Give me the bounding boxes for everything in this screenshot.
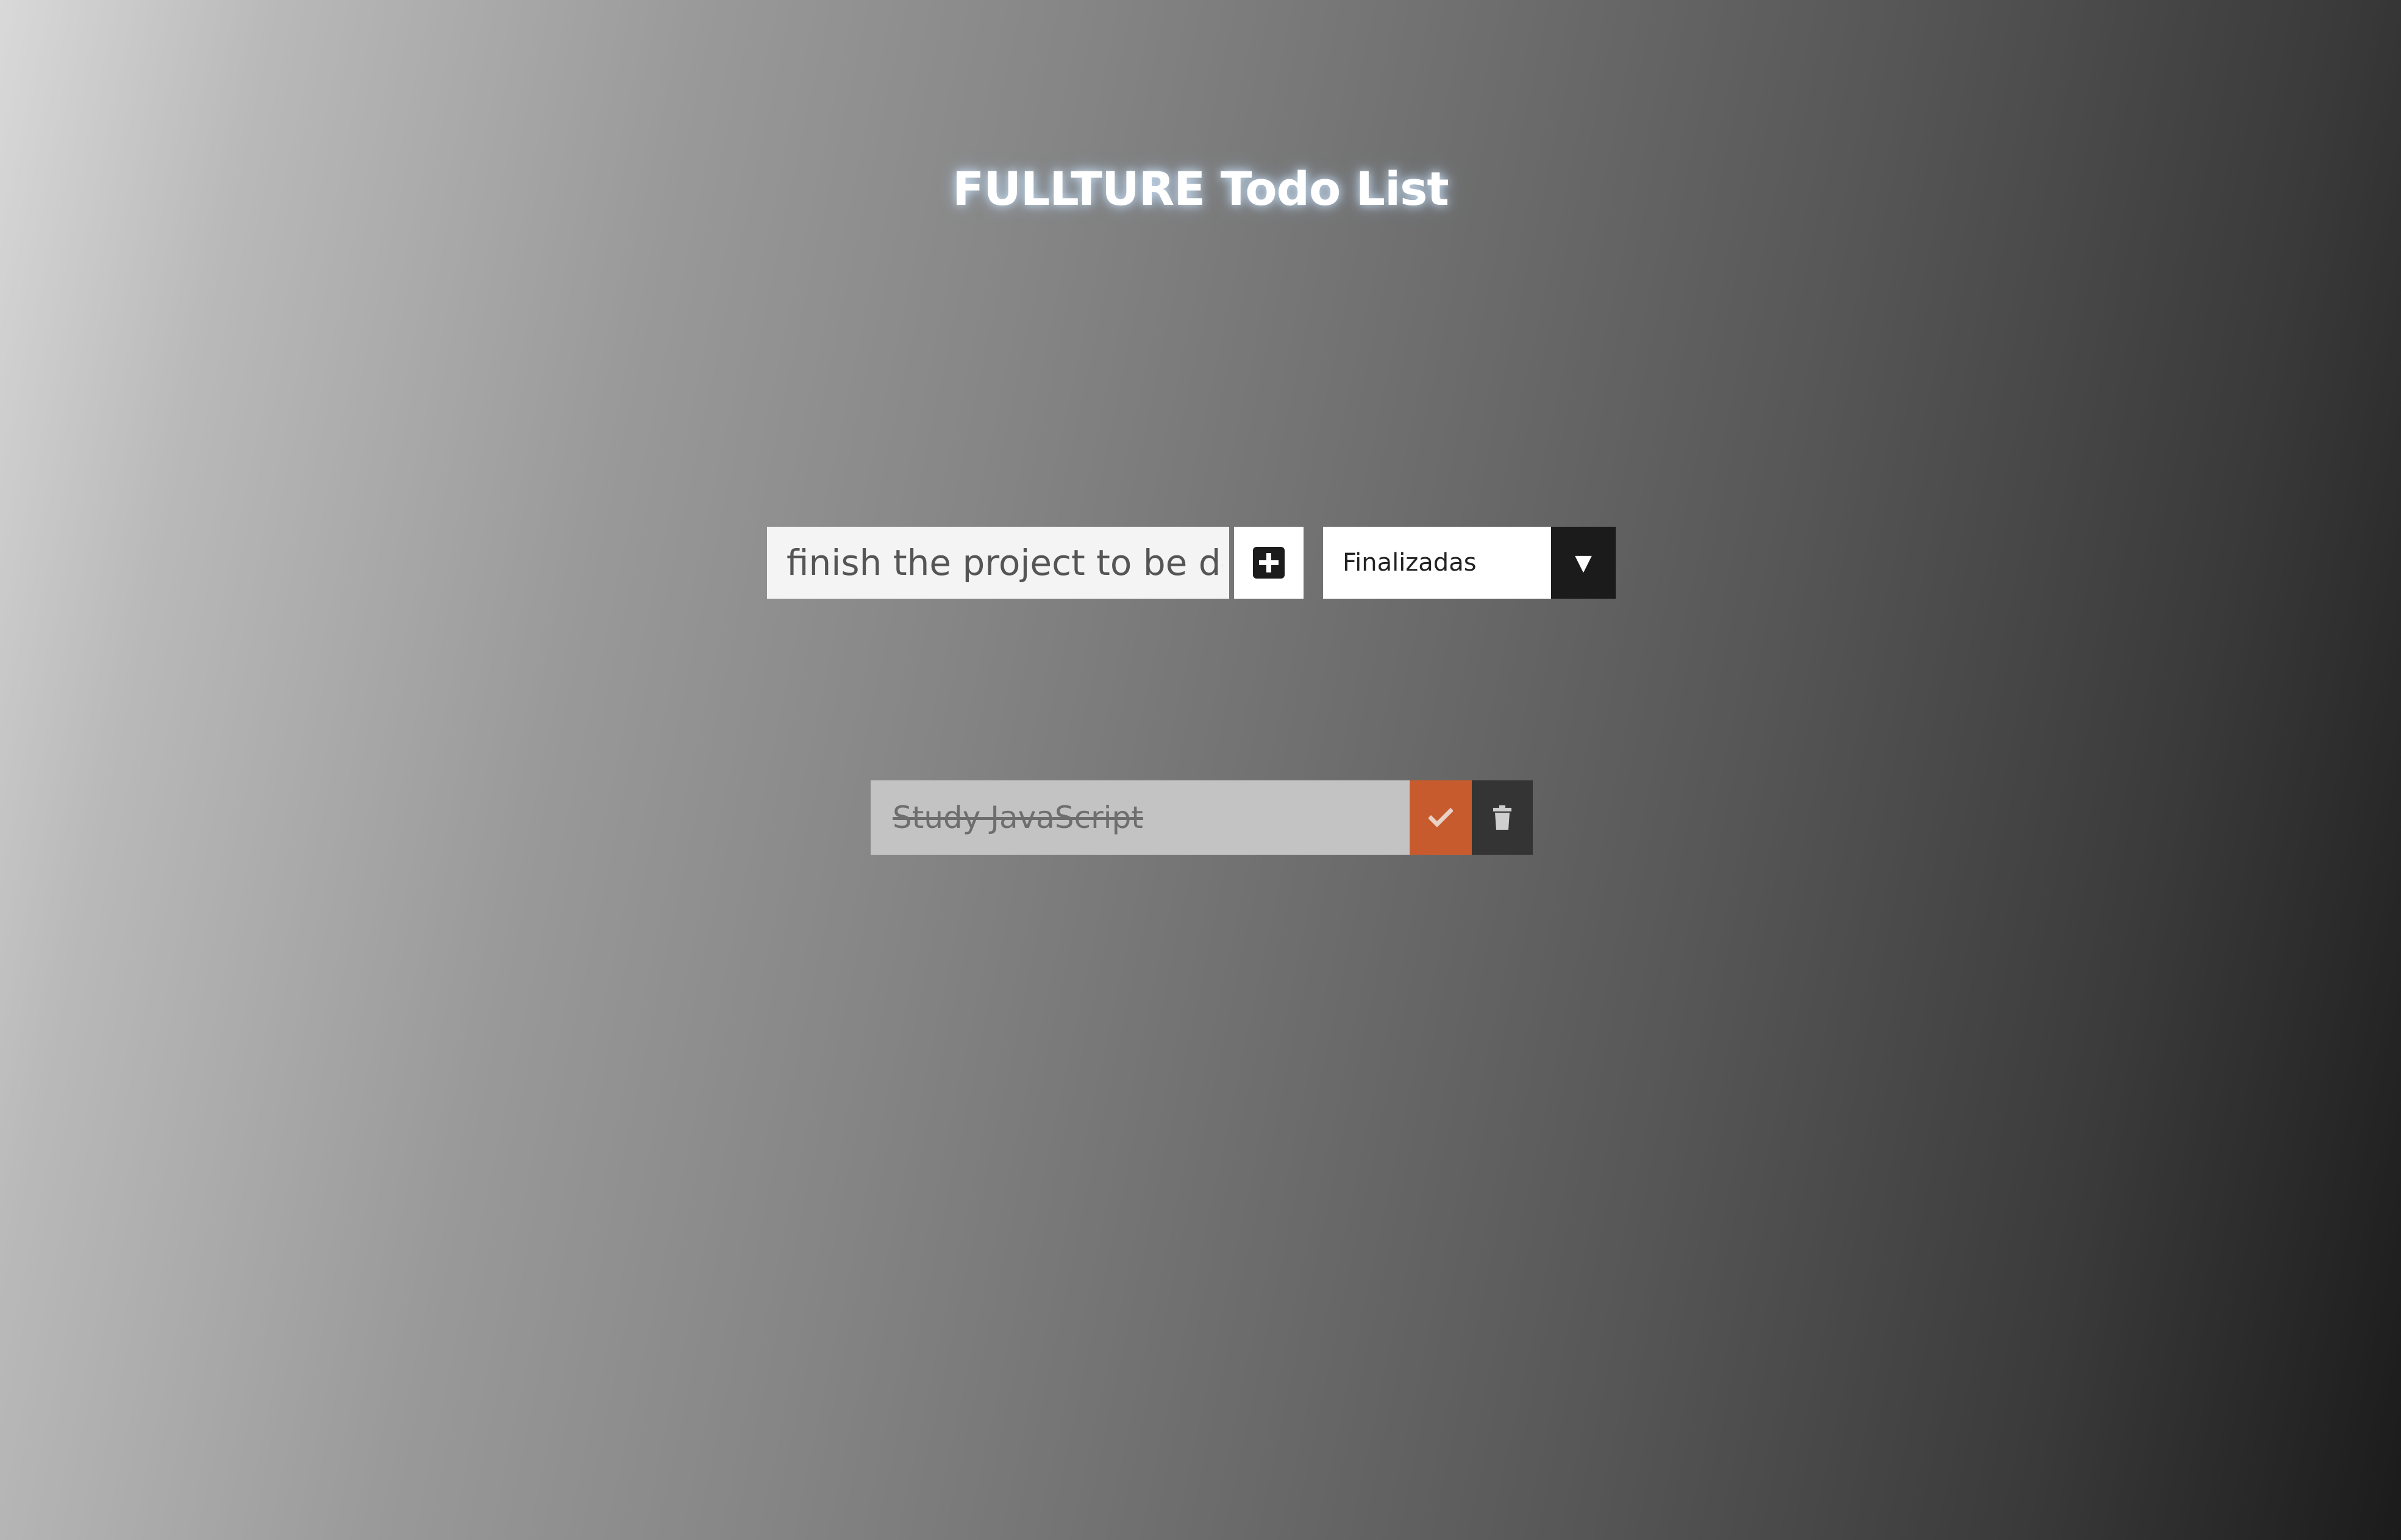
- check-icon: [1429, 808, 1453, 827]
- page-title: FULLTURE Todo List: [952, 162, 1449, 216]
- todo-input[interactable]: [767, 527, 1229, 599]
- filter-selected-label: Finalizadas: [1343, 549, 1477, 577]
- plus-square-icon: [1253, 547, 1285, 579]
- filter-select[interactable]: Finalizadas ▼: [1323, 527, 1616, 599]
- filter-dropdown-toggle[interactable]: ▼: [1551, 527, 1616, 599]
- add-todo-button[interactable]: [1234, 527, 1304, 599]
- trash-icon: [1493, 805, 1511, 830]
- todo-item-text: Study JavaScript: [893, 800, 1143, 835]
- todo-item: Study JavaScript: [871, 780, 1533, 855]
- chevron-down-icon: ▼: [1575, 550, 1592, 576]
- todo-item-text-box: Study JavaScript: [871, 780, 1410, 855]
- complete-button[interactable]: [1410, 780, 1472, 855]
- delete-button[interactable]: [1472, 780, 1533, 855]
